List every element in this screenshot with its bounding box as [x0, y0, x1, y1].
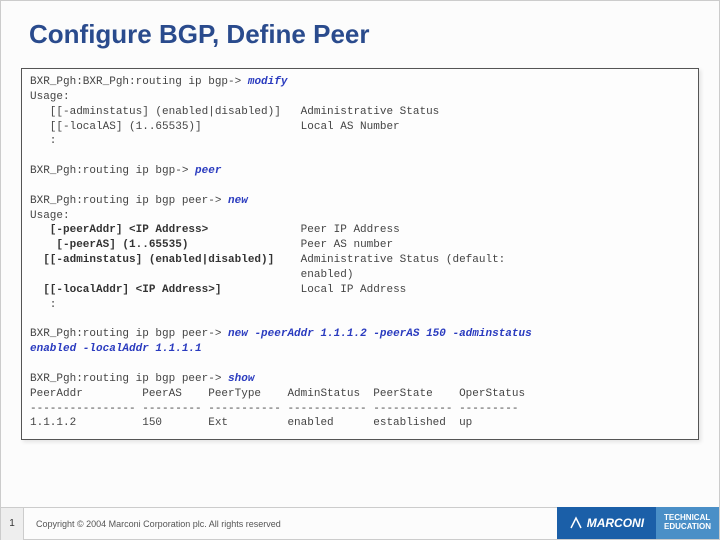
- cli-keyword: new: [228, 195, 248, 207]
- cli-line: [-peerAddr] <IP Address>: [30, 224, 208, 236]
- cli-keyword: new -peerAddr 1.1.1.2 -peerAS 150 -admin…: [228, 328, 532, 340]
- cli-line: :: [30, 299, 56, 311]
- cli-line: [[-localAS] (1..65535)] Local AS Number: [30, 121, 400, 133]
- cli-line: PeerAddr PeerAS PeerType AdminStatus Pee…: [30, 388, 525, 400]
- page-number: 1: [1, 507, 24, 540]
- cli-line: enabled): [30, 269, 353, 281]
- cli-line: [-peerAS] (1..65535): [30, 239, 188, 251]
- technical-education-logo: TECHNICAL EDUCATION: [656, 507, 719, 539]
- marconi-logo: MARCONI: [557, 507, 656, 539]
- cli-line: BXR_Pgh:routing ip bgp->: [30, 165, 195, 177]
- cli-line: [[-localAddr] <IP Address>]: [30, 284, 221, 296]
- cli-line: BXR_Pgh:routing ip bgp peer->: [30, 195, 228, 207]
- footer: 1 Copyright © 2004 Marconi Corporation p…: [1, 507, 719, 539]
- cli-output: BXR_Pgh:BXR_Pgh:routing ip bgp-> modify …: [21, 68, 699, 440]
- cli-line: 1.1.1.2 150 Ext enabled established up: [30, 417, 472, 429]
- brand-text: MARCONI: [587, 516, 644, 530]
- cli-line: BXR_Pgh:routing ip bgp peer->: [30, 328, 228, 340]
- cli-line: BXR_Pgh:routing ip bgp peer->: [30, 373, 228, 385]
- cli-line: ---------------- --------- ----------- -…: [30, 403, 518, 415]
- cli-keyword: modify: [248, 76, 288, 88]
- cli-keyword: show: [228, 373, 254, 385]
- cli-line: :: [30, 135, 56, 147]
- cli-line: [[-adminstatus] (enabled|disabled)]: [30, 254, 274, 266]
- cli-line: Local IP Address: [221, 284, 406, 296]
- cli-keyword: peer: [195, 165, 221, 177]
- cli-line: BXR_Pgh:BXR_Pgh:routing ip bgp->: [30, 76, 248, 88]
- cli-line: Administrative Status (default:: [274, 254, 505, 266]
- cli-line: Usage:: [30, 91, 70, 103]
- cli-line: [[-adminstatus] (enabled|disabled)] Admi…: [30, 106, 439, 118]
- slide-title: Configure BGP, Define Peer: [1, 1, 719, 50]
- cli-line: Peer AS number: [188, 239, 393, 251]
- copyright-text: Copyright © 2004 Marconi Corporation plc…: [24, 507, 557, 540]
- cli-line: Usage:: [30, 210, 70, 222]
- cli-line: Peer IP Address: [208, 224, 399, 236]
- cli-keyword: enabled -localAddr 1.1.1.1: [30, 343, 202, 355]
- edu-text-2: EDUCATION: [664, 523, 711, 532]
